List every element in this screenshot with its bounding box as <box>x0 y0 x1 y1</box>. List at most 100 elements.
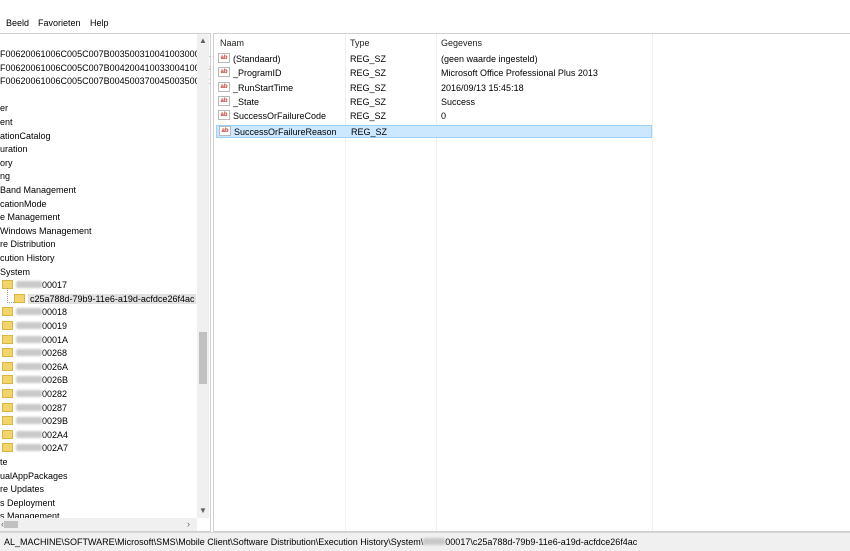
tree-node-label: ory <box>0 157 13 168</box>
tree-node-label: re Updates <box>0 484 45 495</box>
folder-icon <box>2 361 13 371</box>
tree-node-label: er <box>0 103 9 114</box>
value-row[interactable]: ab (Standaard) REG_SZ (geen waarde ingestel… <box>216 53 652 66</box>
folder-icon <box>2 389 13 398</box>
tree-node[interactable]: 002A4 <box>2 429 68 442</box>
value-type: REG_SZ <box>350 82 387 93</box>
registry-tree: F00620061006C005C007B0035003100410030003… <box>0 33 211 532</box>
value-row[interactable]: ab _ProgramID REG_SZ Microsoft Office Profe… <box>216 67 652 80</box>
tree-node[interactable]: re Updates <box>0 483 44 496</box>
redacted-text <box>16 444 42 452</box>
key-path-suffix: 00017\c25a788d-79b9-11e6-a19d-acfdce26f4… <box>445 537 638 547</box>
redacted-text <box>16 362 42 370</box>
tree-node[interactable]: s Deployment <box>0 497 55 510</box>
tree-node[interactable]: 0029B <box>2 415 68 428</box>
value-data: 2016/09/13 15:45:18 <box>441 82 524 93</box>
redacted-text <box>16 376 42 384</box>
tree-node[interactable]: ualAppPackages <box>0 470 68 483</box>
tree-node-label: ng <box>0 171 11 182</box>
value-name: _State <box>233 96 260 107</box>
value-data: Success <box>441 96 476 107</box>
status-bar: AL_MACHINE\SOFTWARE\Microsoft\SMS\Mobile… <box>0 532 850 551</box>
redacted-text <box>16 417 42 425</box>
tree-node[interactable]: 00018 <box>2 306 67 319</box>
tree-node[interactable]: 00268 <box>2 347 67 360</box>
redacted-text <box>16 335 42 343</box>
tree-horizontal-scrollbar[interactable]: ‹ › <box>0 518 197 531</box>
tree-node-label: 00268 <box>42 348 68 359</box>
tree-node[interactable]: e Management <box>0 211 60 224</box>
string-value-icon: ab <box>218 67 230 78</box>
tree-node-label: s Deployment <box>0 497 56 508</box>
tree-connector-line <box>7 288 14 303</box>
scroll-right-icon[interactable]: › <box>187 519 190 529</box>
tree-node-label: cationMode <box>0 198 47 209</box>
tree-node[interactable]: 00019 <box>2 320 67 333</box>
tree-node-label: 0029B <box>42 416 69 427</box>
tree-node[interactable]: cationMode <box>0 198 47 211</box>
hscroll-thumb[interactable] <box>4 521 18 528</box>
column-header-name[interactable]: Naam <box>220 38 244 48</box>
column-header-data[interactable]: Gegevens <box>441 38 482 48</box>
tree-node-label: 00019 <box>42 321 68 331</box>
tree-node[interactable]: re Distribution <box>0 238 56 251</box>
folder-icon <box>14 293 25 303</box>
scroll-down-icon[interactable]: ▼ <box>199 506 207 515</box>
tree-node-label: e Management <box>0 212 61 223</box>
value-name: (Standaard) <box>233 54 281 64</box>
tree-node[interactable]: uration <box>0 143 28 156</box>
column-header-type[interactable]: Type <box>350 38 370 48</box>
tree-node-selected[interactable]: c25a788d-79b9-11e6-a19d-acfdce26f4ac <box>14 293 197 306</box>
tree-node[interactable]: 00282 <box>2 388 67 401</box>
folder-icon <box>2 334 13 344</box>
tree-node[interactable]: F00620061006C005C007B0042004100330041003… <box>0 62 210 75</box>
tree-node-label: 002A7 <box>42 443 69 454</box>
value-name: _ProgramID <box>233 68 282 79</box>
key-path-prefix: AL_MACHINE\SOFTWARE\Microsoft\SMS\Mobile… <box>4 537 424 547</box>
tree-node[interactable]: ng <box>0 170 10 183</box>
string-value-icon: ab <box>219 125 231 136</box>
value-row[interactable]: ab SuccessOrFailureCode REG_SZ 0 <box>216 110 652 123</box>
tree-node-label: re Distribution <box>0 239 56 250</box>
tree-node[interactable]: F00620061006C005C007B0045003700450035004… <box>0 75 210 88</box>
folder-icon <box>2 375 13 385</box>
tree-vertical-scrollbar[interactable]: ▲ ▼ <box>197 34 209 518</box>
tree-node[interactable]: te <box>0 456 8 469</box>
tree-node[interactable]: 00287 <box>2 402 67 415</box>
tree-node[interactable]: 0026A <box>2 361 68 374</box>
tree-node[interactable]: ationCatalog <box>0 130 51 143</box>
value-name: _RunStartTime <box>233 82 294 93</box>
tree-node[interactable]: Band Management <box>0 184 76 197</box>
column-separator <box>652 34 653 531</box>
tree-node[interactable]: ent <box>0 116 13 129</box>
redacted-text <box>16 281 42 289</box>
tree-node-label: te <box>0 457 8 467</box>
tree-node[interactable]: 002A7 <box>2 442 68 455</box>
tree-node[interactable]: 0026B <box>2 374 68 387</box>
tree-node[interactable]: er <box>0 102 8 115</box>
menu-beeld[interactable]: Beeld <box>6 18 29 28</box>
tree-node-label: c25a788d-79b9-11e6-a19d-acfdce26f4ac <box>28 293 197 304</box>
tree-node[interactable]: 0001A <box>2 334 68 347</box>
tree-node-label: uration <box>0 144 28 155</box>
tree-node[interactable]: cution History <box>0 252 55 265</box>
value-type: REG_SZ <box>350 111 387 122</box>
scroll-left-icon[interactable]: ‹ <box>1 519 4 529</box>
value-type: REG_SZ <box>350 96 387 107</box>
redacted-text <box>16 322 42 329</box>
value-name: SuccessOrFailureCode <box>233 111 327 122</box>
tree-node[interactable]: ory <box>0 157 13 170</box>
scroll-up-icon[interactable]: ▲ <box>199 36 207 45</box>
tree-node[interactable]: System <box>0 266 30 279</box>
value-row[interactable]: ab _RunStartTime REG_SZ 2016/09/13 15:45:18 <box>216 81 652 95</box>
folder-icon <box>2 348 13 358</box>
value-row[interactable]: ab SuccessOrFailureReason REG_SZ <box>216 124 652 138</box>
tree-node[interactable]: Windows Management <box>0 225 92 238</box>
menu-favorieten[interactable]: Favorieten <box>38 18 81 28</box>
menu-help[interactable]: Help <box>90 18 109 28</box>
value-row[interactable]: ab _State REG_SZ Success <box>216 95 652 109</box>
tree-node-label: ationCatalog <box>0 130 51 141</box>
scroll-thumb[interactable] <box>199 332 207 384</box>
tree-node-label: 00018 <box>42 307 68 318</box>
tree-node[interactable]: F00620061006C005C007B0035003100410030003… <box>0 48 210 61</box>
